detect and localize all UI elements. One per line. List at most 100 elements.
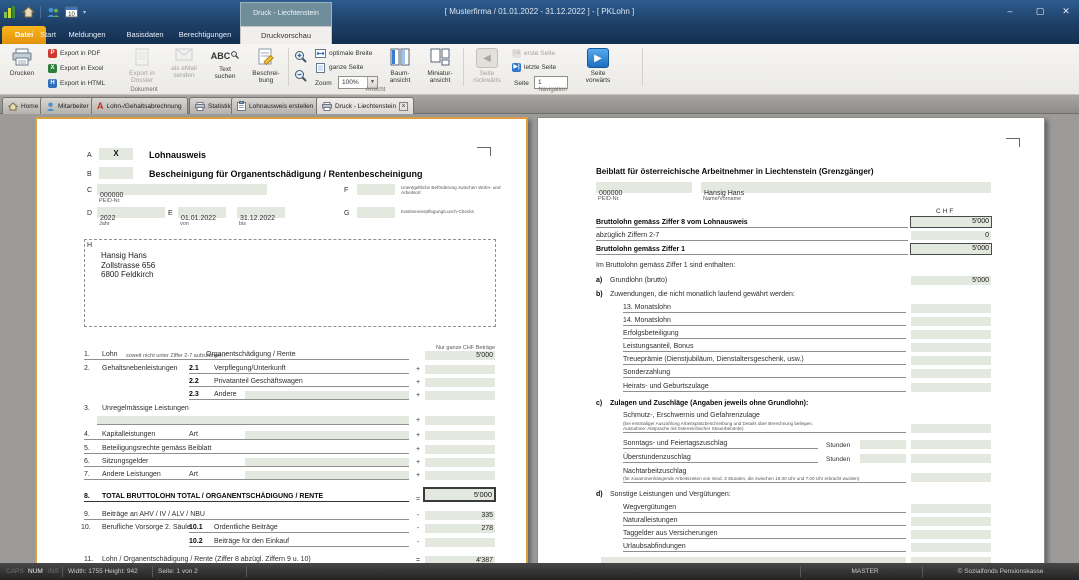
whole-page-icon [315,63,326,73]
whole-page-label: ganze Seite [329,64,363,71]
value-field: 0 [911,231,991,240]
description-button[interactable]: Beschrei- bung [246,45,286,91]
minus-sign: - [414,539,422,547]
arrow-right-icon: ▶ [587,48,609,68]
minus-sign: - [414,525,422,533]
item-label: Erfolgsbeteiligung [623,330,679,338]
form-title-a: Lohnausweis [149,151,206,159]
last-page-button[interactable]: ▶| letzte Seite [510,61,558,74]
field-von: 01.01.2022 [178,207,226,218]
item-letter: d) [596,491,603,499]
doctab-druck-label: Druck - Liechtenstein [335,103,396,110]
thumbnail-view-button[interactable]: Miniatur- ansicht [420,45,460,91]
doctab-lohn[interactable]: A Lohn-/Gehaltsabrechnung [91,97,188,114]
export-pdf-button[interactable]: P Export in PDF [46,47,102,60]
corner-mark [1006,138,1020,147]
minimize-button[interactable]: – [998,4,1022,19]
zoom-in-button[interactable] [292,50,310,63]
item-label: Sonstige Leistungen und Vergütungen: [610,491,731,499]
row-number: 2. [84,365,90,373]
text-search-button[interactable]: ABC Text suchen [206,45,244,91]
person-icon [46,102,55,111]
tab-druckvorschau[interactable]: Druckvorschau [240,26,332,44]
optimal-width-button[interactable]: optimale Breite [313,47,374,60]
print-preview-area: A X Lohnausweis B Bescheinigung für Orga… [0,114,1079,563]
status-separator [246,566,247,577]
contextual-tab-header: Druck - Liechtenstein [240,2,332,26]
hours-field [860,440,906,449]
c3-row: Überstundenzuschlag [623,454,818,463]
row-number: 7. [84,471,90,479]
export-excel-button[interactable]: X Export in Excel [46,62,105,75]
tab-berechtigungen[interactable]: Berechtigungen [172,26,238,44]
first-page-icon: |◀ [512,49,521,58]
status-bar: CAPS NUM INS Width: 1755 Height: 942 Sei… [0,563,1079,580]
printer-icon [195,102,205,111]
note-pencil-icon [257,48,275,66]
row-label: Lohn [102,351,118,359]
group-dokument-label: Dokument [0,87,288,93]
tab-basisdaten[interactable]: Basisdaten [118,26,172,44]
minus-sign: - [414,512,422,520]
row-number: 4. [84,431,90,439]
value-field [911,356,991,365]
value-field-11: 4'387 [425,556,495,563]
field-name: Hansig Hans [701,182,991,193]
home-icon [8,102,18,111]
doctab-lohnausweis[interactable]: Lohnausweis erstellen [231,97,319,114]
chf-header: CHF [936,208,955,216]
field-letter: H [87,242,92,250]
value-field [911,317,991,326]
value-field [911,473,991,482]
form-row-9: 9. Beiträge an AHV / IV / ALV / NBU [84,511,409,520]
doctab-mitarbeiter[interactable]: Mitarbeiter [40,97,95,114]
doctab-mitarbeiter-label: Mitarbeiter [58,103,89,110]
row-number: 6. [84,458,90,466]
inline-field-3 [97,416,409,425]
maximize-button[interactable]: ▢ [1028,4,1052,19]
doctab-druck-liechtenstein[interactable]: Druck - Liechtenstein × [316,97,414,114]
zoom-in-icon [294,50,308,63]
print-button[interactable]: Drucken [2,45,42,91]
page-back-button: ◀ Seite rückwärts [467,45,507,91]
zoom-out-button[interactable] [292,69,310,82]
whole-page-button[interactable]: ganze Seite [313,61,365,74]
item-label: Taggelder aus Versicherungen [623,530,718,538]
c1-note-row: (bei erstmaliger Auszahlung Arbeitsplatz… [623,420,906,433]
zoom-value: 100% [342,79,359,86]
row-label2: Organentschädigung / Rente [206,351,296,359]
row-art-label: Art [189,431,198,439]
b-item-row: Leistungsanteil, Bonus [623,343,906,352]
form-row-10-2: 10.2 Beiträge für den Einkauf [189,538,409,547]
tree-view-button[interactable]: Baum- ansicht [382,45,418,91]
beiblatt-row-abzueglich: abzüglich Ziffern 2-7 [596,232,908,241]
field-f [357,184,395,195]
value-field [911,517,991,526]
thumbnail-view-icon [430,48,450,66]
row-label: Lohn / Organentschädigung / Rente (Ziffe… [102,556,311,563]
item-label: Naturalleistungen [623,517,677,525]
value-field [911,530,991,539]
close-tab-icon[interactable]: × [399,102,408,111]
page-forward-button[interactable]: ▶ Seite vorwärts [578,45,618,91]
caps-indicator: CAPS [6,568,24,575]
window-title: [ Musterfirma / 01.01.2022 - 31.12.2022 … [0,7,1079,16]
row-number: 11. [84,556,93,563]
row-label: Beteiligungsrechte gemäss Beiblatt [102,445,211,453]
b-item-row: Heirats- und Geburtszulage [623,383,906,392]
checkbox-bescheinigung [99,167,133,179]
field-caption: PEID-Nr. [99,198,121,204]
form-row-11: 11. Lohn / Organentschädigung / Rente (Z… [84,556,409,563]
titlebar: 10 ▾ [ Musterfirma / 01.01.2022 - 31.12.… [0,0,1079,44]
item-label: Sonntags- und Feiertagszuschlag [623,440,727,448]
status-separator [800,566,801,577]
export-excel-label: Export in Excel [60,65,103,72]
page-back-label: Seite rückwärts [467,70,507,84]
export-html-label: Export in HTML [60,80,105,87]
close-button[interactable]: ✕ [1054,4,1078,19]
export-pdf-label: Export in PDF [60,50,100,57]
pdf-icon: P [48,49,57,58]
doctab-statistik[interactable]: Statistik [189,97,237,114]
tab-meldungen[interactable]: Meldungen [60,26,114,44]
doctab-home[interactable]: Home [2,97,44,114]
